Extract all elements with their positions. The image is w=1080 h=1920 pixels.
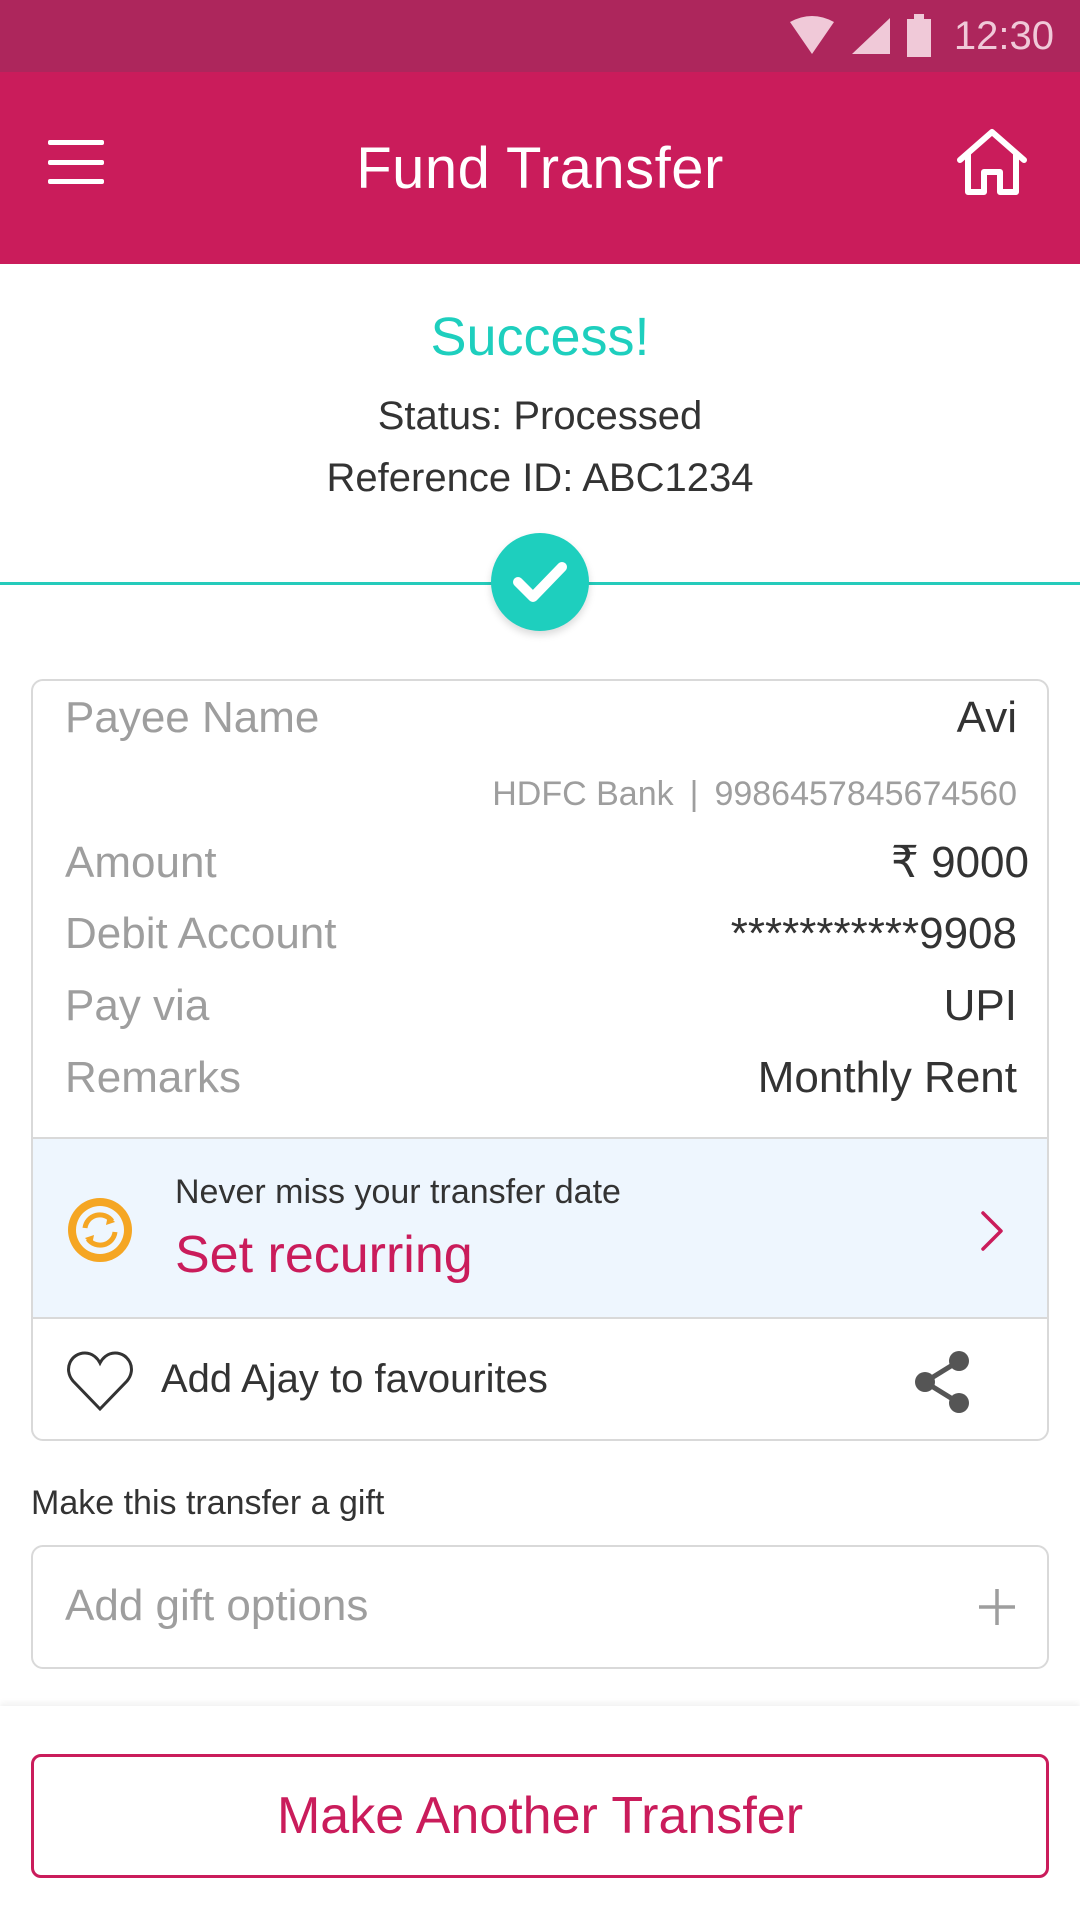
payee-bank-details: HDFC Bank | 9986457845674560 (492, 775, 1017, 814)
menu-icon-line (48, 159, 104, 165)
menu-button[interactable] (48, 140, 104, 184)
wifi-icon (788, 16, 836, 56)
amount-value: ₹ 9000 (890, 838, 1029, 887)
app-bar: Fund Transfer (0, 72, 1080, 264)
status-bar: 12:30 (0, 0, 1080, 72)
home-button[interactable] (954, 124, 1030, 200)
gift-options-placeholder: Add gift options (65, 1581, 369, 1630)
payee-value: Avi (956, 693, 1017, 742)
check-icon (513, 562, 567, 602)
remarks-value: Monthly Rent (757, 1053, 1017, 1102)
transfer-status: Status: Processed (377, 394, 703, 438)
add-to-favourites-row[interactable]: Add Ajay to favourites (33, 1319, 1047, 1439)
home-icon (957, 129, 1027, 195)
debit-account-label: Debit Account (65, 909, 337, 958)
battery-icon (906, 14, 932, 58)
pay-via-row: Pay via UPI (65, 981, 1017, 1031)
pay-via-label: Pay via (65, 981, 210, 1030)
recurring-hint: Never miss your transfer date (175, 1173, 621, 1211)
page-title: Fund Transfer (356, 135, 724, 201)
add-to-favourites-label: Add Ajay to favourites (161, 1357, 548, 1401)
success-heading: Success! (430, 307, 650, 367)
menu-icon-line (48, 140, 104, 145)
debit-account-row: Debit Account ***********9908 (65, 909, 1017, 959)
transfer-details-card: Payee Name Avi HDFC Bank | 9986457845674… (31, 679, 1049, 1441)
make-another-transfer-button[interactable]: Make Another Transfer (31, 1754, 1049, 1878)
bank-name: HDFC Bank (492, 775, 674, 813)
status-time: 12:30 (953, 13, 1054, 58)
gift-caption: Make this transfer a gift (31, 1484, 385, 1522)
bank-separator: | (689, 775, 699, 813)
plus-icon[interactable] (977, 1587, 1017, 1627)
add-gift-options-field[interactable]: Add gift options (31, 1545, 1049, 1669)
menu-icon-line (48, 179, 104, 184)
debit-account-value: ***********9908 (730, 909, 1017, 958)
heart-icon[interactable] (65, 1349, 135, 1413)
remarks-label: Remarks (65, 1053, 242, 1102)
remarks-row: Remarks Monthly Rent (65, 1053, 1017, 1103)
set-recurring-button[interactable]: Never miss your transfer date Set recurr… (33, 1137, 1047, 1319)
account-number: 9986457845674560 (714, 775, 1017, 813)
payee-row: Payee Name Avi (65, 693, 1017, 743)
payee-label: Payee Name (65, 693, 320, 742)
bottom-action-bar: Make Another Transfer (0, 1706, 1080, 1920)
cellular-signal-icon (850, 16, 892, 56)
fund-transfer-success-screen: 12:30 Fund Transfer Success! Status: Pro… (0, 0, 1080, 1920)
reference-id: Reference ID: ABC1234 (326, 456, 754, 500)
set-recurring-label: Set recurring (175, 1226, 473, 1284)
amount-label: Amount (65, 838, 217, 887)
share-icon[interactable] (911, 1349, 973, 1415)
amount-row: Amount ₹ 9000 (65, 837, 1029, 888)
recurring-icon (68, 1198, 132, 1262)
pay-via-value: UPI (943, 981, 1017, 1030)
success-badge (491, 533, 589, 631)
chevron-right-icon (981, 1211, 1003, 1251)
